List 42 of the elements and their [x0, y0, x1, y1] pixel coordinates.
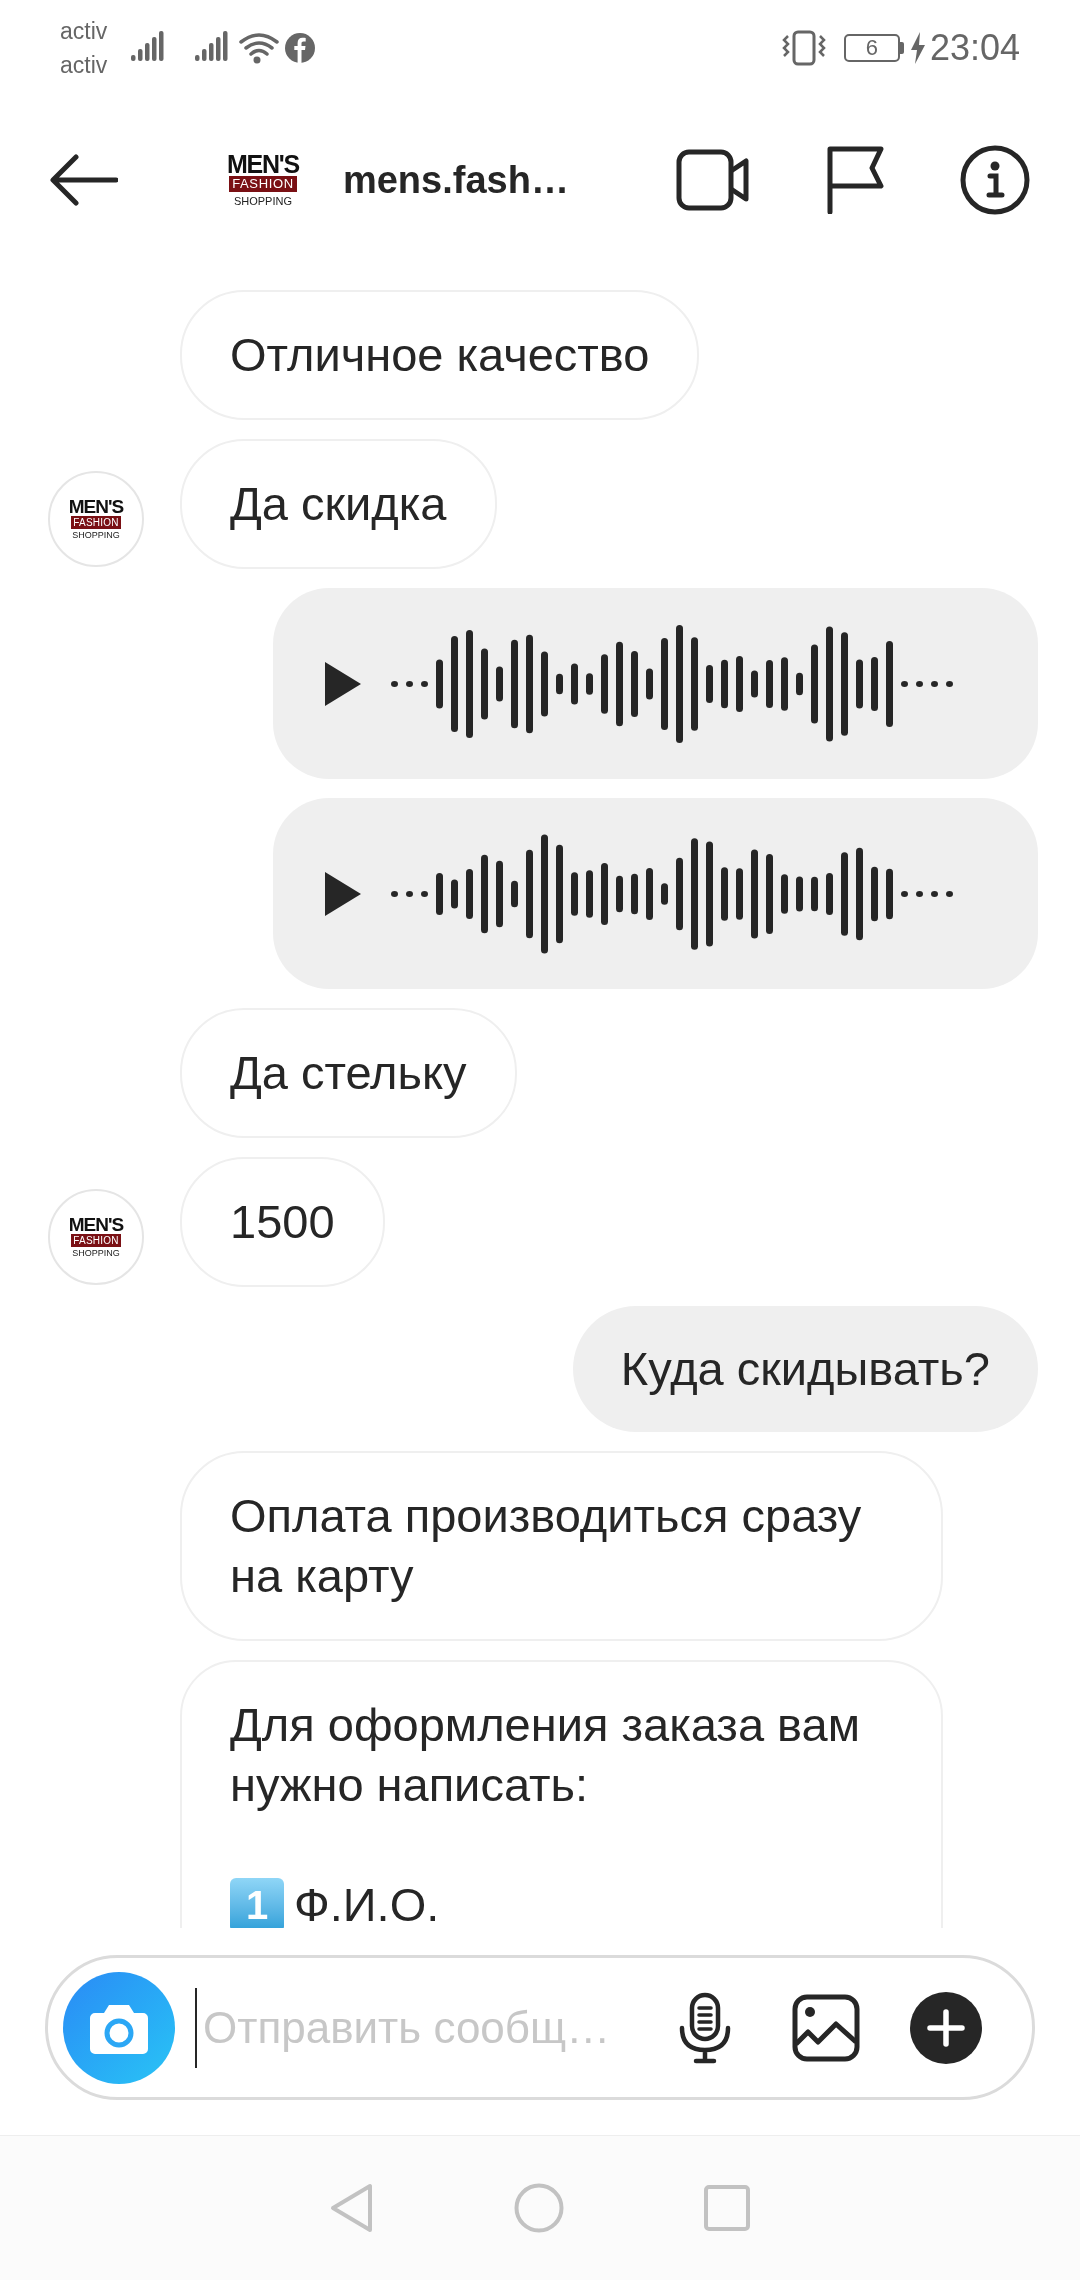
charging-icon	[909, 31, 926, 64]
battery-indicator: 6	[843, 33, 900, 62]
avatar[interactable]: MEN'S FASHION SHOPPING	[48, 1189, 144, 1285]
profile-logo[interactable]: MEN'S FASHION SHOPPING	[227, 152, 299, 208]
play-icon[interactable]	[323, 659, 363, 708]
logo-text: MEN'S	[68, 497, 124, 516]
facebook-icon	[285, 32, 316, 63]
clock: 23:04	[929, 25, 1020, 70]
number-badge: 1	[230, 1878, 284, 1928]
voice-message[interactable]	[273, 798, 1038, 989]
message-text: 1500	[230, 1195, 335, 1248]
message-text: Да скидка	[230, 477, 447, 530]
vibrate-icon	[781, 29, 826, 66]
logo-text: SHOPPING	[72, 1247, 120, 1259]
carrier-label: activ	[60, 50, 108, 80]
carrier-label: activ	[60, 16, 108, 46]
logo-text: MEN'S	[68, 1215, 124, 1234]
play-icon[interactable]	[323, 869, 363, 918]
logo-text: SHOPPING	[72, 529, 120, 541]
flag-icon[interactable]	[826, 146, 884, 214]
gallery-icon[interactable]	[792, 1993, 860, 2062]
info-icon[interactable]	[960, 145, 1030, 215]
microphone-icon[interactable]	[678, 1991, 732, 2064]
wifi-icon	[239, 31, 280, 64]
message-text: Оплата производиться сразу на карту	[230, 1489, 862, 1602]
message-text: Куда скидывать?	[620, 1342, 990, 1395]
message-text: Ф.И.О.	[294, 1877, 440, 1928]
add-icon[interactable]	[910, 1991, 982, 2064]
username[interactable]: mens.fash…	[342, 151, 569, 209]
logo-text: MEN'S	[227, 152, 299, 176]
back-arrow-icon[interactable]	[50, 154, 118, 206]
logo-text: SHOPPING	[233, 194, 292, 208]
message-text: Для оформления заказа вам нужно написать:	[230, 1697, 861, 1813]
logo-text: FASHION	[71, 1233, 121, 1247]
message-text: Да стельку	[230, 1046, 467, 1099]
voice-message[interactable]	[273, 588, 1038, 779]
video-call-icon[interactable]	[676, 149, 750, 211]
message-input[interactable]: Отправить сообщ…	[195, 1987, 625, 2068]
logo-text: FASHION	[71, 515, 121, 529]
avatar[interactable]: MEN'S FASHION SHOPPING	[48, 471, 144, 567]
logo-text: FASHION	[229, 176, 297, 192]
message-text: Отличное качество	[230, 328, 650, 381]
